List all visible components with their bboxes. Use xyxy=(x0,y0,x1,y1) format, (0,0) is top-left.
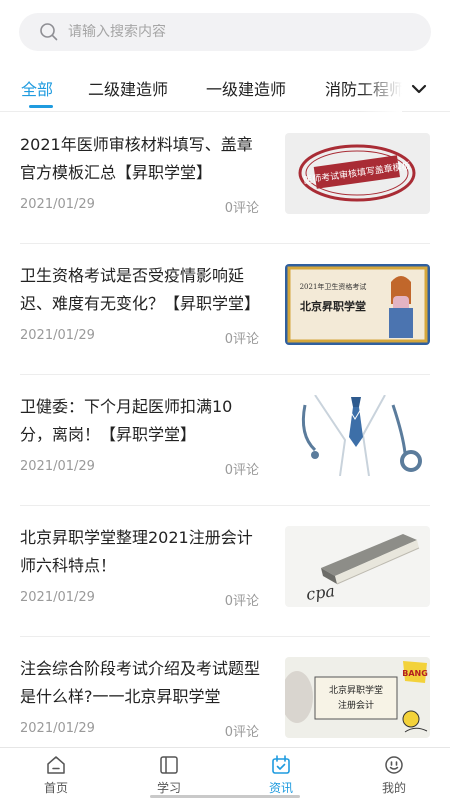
tab-first-class-constructor[interactable]: 一级建造师 xyxy=(206,76,286,100)
article-comment-count: 0评论 xyxy=(224,463,259,478)
tab-all[interactable]: 全部 xyxy=(21,76,53,100)
nav-label: 资讯 xyxy=(268,781,293,795)
article-title: 北京昇职学堂整理2021注册会计师六科特点！ xyxy=(20,528,253,575)
search-bar[interactable] xyxy=(19,13,431,51)
nav-news[interactable]: 资讯 xyxy=(236,748,326,800)
article-comment-count: 0评论 xyxy=(224,725,259,740)
article-date: 2021/01/29 xyxy=(20,721,95,736)
thumbnail-brand: 北京昇职学堂 xyxy=(329,684,383,696)
article-item[interactable]: 卫健委：下个月起医师扣满10分，离岗！【昇职学堂】 2021/01/29 0评论 xyxy=(0,375,450,506)
search-input[interactable] xyxy=(68,24,388,40)
article-item[interactable]: 卫生资格考试是否受疫情影响延迟、难度有无变化？【昇职学堂】 2021/01/29… xyxy=(0,244,450,375)
article-title: 注会综合阶段考试介绍及考试题型是什么样?一一北京昇职学堂 xyxy=(20,659,260,706)
nav-label: 我的 xyxy=(381,781,406,795)
tab-strip: 全部 二级建造师 一级建造师 消防工程师 xyxy=(0,64,402,112)
thumbnail-caption: 注册会计 xyxy=(338,699,374,711)
article-thumbnail: 2021年卫生资格考试 北京昇职学堂 xyxy=(285,264,430,345)
article-date: 2021/01/29 xyxy=(20,590,95,605)
bottom-nav: 首页 学习 资讯 我的 xyxy=(0,747,450,800)
article-date: 2021/01/29 xyxy=(20,328,95,343)
category-tabs: 全部 二级建造师 一级建造师 消防工程师 xyxy=(0,64,450,112)
article-title: 2021年医师审核材料填写、盖章官方模板汇总【昇职学堂】 xyxy=(20,135,253,182)
nav-label: 首页 xyxy=(43,781,68,795)
thumbnail-bang: BANG xyxy=(402,669,428,678)
tabs-fade xyxy=(360,64,402,112)
article-thumbnail: cpa xyxy=(285,526,430,607)
article-title: 卫生资格考试是否受疫情影响延迟、难度有无变化？【昇职学堂】 xyxy=(20,266,260,313)
search-icon xyxy=(40,23,58,41)
nav-study[interactable]: 学习 xyxy=(124,748,214,800)
article-date: 2021/01/29 xyxy=(20,197,95,212)
thumbnail-brand: 北京昇职学堂 xyxy=(300,299,366,313)
article-date: 2021/01/29 xyxy=(20,459,95,474)
thumbnail-handwriting: cpa xyxy=(305,581,336,604)
nav-home[interactable]: 首页 xyxy=(11,748,101,800)
article-comment-count: 0评论 xyxy=(224,332,259,347)
article-comment-count: 0评论 xyxy=(224,201,259,216)
book-icon xyxy=(160,756,178,774)
article-comment-count: 0评论 xyxy=(224,594,259,609)
article-thumbnail: 北京昇职学堂 注册会计 BANG xyxy=(285,657,430,738)
thumbnail-caption: 2021年卫生资格考试 xyxy=(300,282,367,291)
home-indicator xyxy=(150,795,300,798)
calendar-news-icon xyxy=(272,755,290,774)
home-icon xyxy=(47,756,65,774)
active-tab-indicator xyxy=(29,105,53,108)
chevron-down-icon[interactable] xyxy=(408,78,430,100)
article-item[interactable]: 2021年医师审核材料填写、盖章官方模板汇总【昇职学堂】 2021/01/29 … xyxy=(0,113,450,244)
nav-profile[interactable]: 我的 xyxy=(349,748,439,800)
nav-label: 学习 xyxy=(156,781,181,795)
smiley-face-icon xyxy=(385,756,403,774)
article-title: 卫健委：下个月起医师扣满10分，离岗！【昇职学堂】 xyxy=(20,397,233,444)
article-thumbnail: 医师考试审核填写盖章模板 xyxy=(285,133,430,214)
article-thumbnail xyxy=(285,395,430,476)
article-item[interactable]: 注会综合阶段考试介绍及考试题型是什么样?一一北京昇职学堂 2021/01/29 … xyxy=(0,637,450,747)
news-feed: 2021年医师审核材料填写、盖章官方模板汇总【昇职学堂】 2021/01/29 … xyxy=(0,113,450,747)
article-item[interactable]: 北京昇职学堂整理2021注册会计师六科特点！ 2021/01/29 0评论 cp… xyxy=(0,506,450,637)
tab-second-class-constructor[interactable]: 二级建造师 xyxy=(88,76,168,100)
